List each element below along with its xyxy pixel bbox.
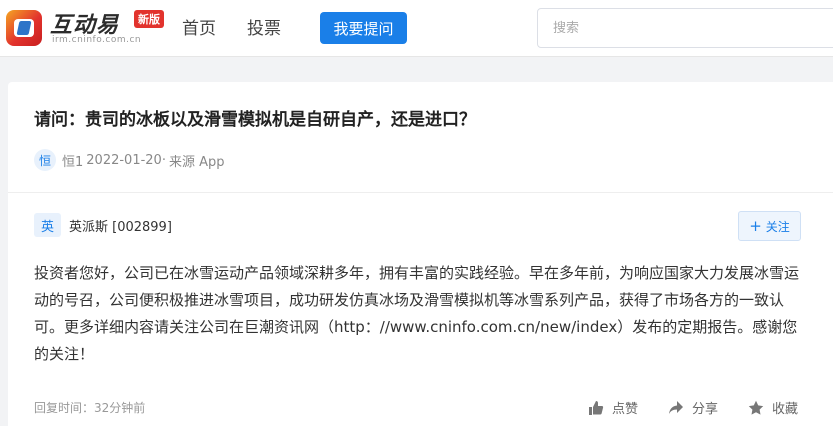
divider [8, 192, 833, 193]
reply-time: 回复时间：32分钟前 [34, 401, 146, 415]
share-button[interactable]: 分享 [668, 398, 718, 417]
star-icon [748, 400, 764, 415]
like-label: 点赞 [612, 402, 639, 417]
follow-button[interactable]: + 关注 [738, 211, 801, 241]
site-logo[interactable]: 互动易 irm.cninfo.com.cn 新版 [6, 7, 166, 47]
plus-icon: + [749, 216, 762, 235]
logo-icon [6, 10, 42, 46]
follow-label: 关注 [765, 219, 790, 234]
ask-question-button[interactable]: 我要提问 [320, 12, 407, 44]
question-title: 请问：贵司的冰板以及滑雪模拟机是自研自产，还是进口？ [34, 110, 476, 130]
top-bar: 互动易 irm.cninfo.com.cn 新版 首页 投票 我要提问 [0, 0, 833, 57]
question-date: 2022-01-20· [86, 152, 166, 168]
asker-avatar: 恒 [34, 149, 56, 171]
asker-name[interactable]: 恒1 [62, 151, 83, 170]
favorite-label: 收藏 [772, 402, 799, 417]
logo-domain: irm.cninfo.com.cn [52, 35, 142, 45]
answerer: 英 英派斯 [002899] [34, 213, 172, 237]
company-avatar: 英 [34, 213, 61, 237]
question-source: 来源 App [168, 154, 225, 170]
nav-home[interactable]: 首页 [182, 14, 216, 39]
search-box [537, 8, 833, 48]
qa-card: 请问：贵司的冰板以及滑雪模拟机是自研自产，还是进口？ 恒 恒1 2022-01-… [8, 82, 833, 426]
favorite-button[interactable]: 收藏 [748, 398, 798, 417]
new-version-badge: 新版 [134, 10, 164, 28]
like-button[interactable]: 点赞 [588, 398, 638, 417]
company-name[interactable]: 英派斯 [002899] [69, 216, 172, 235]
answer-text: 投资者您好，公司已在冰雪运动产品领域深耕多年，拥有丰富的实践经验。早在多年前，为… [34, 264, 800, 363]
share-label: 分享 [692, 402, 719, 417]
thumbs-up-icon [589, 400, 604, 415]
question-meta: 恒 恒1 2022-01-20· 来源 App [34, 149, 225, 171]
nav-vote[interactable]: 投票 [247, 14, 281, 39]
search-input[interactable] [538, 9, 833, 47]
share-icon [669, 400, 683, 414]
